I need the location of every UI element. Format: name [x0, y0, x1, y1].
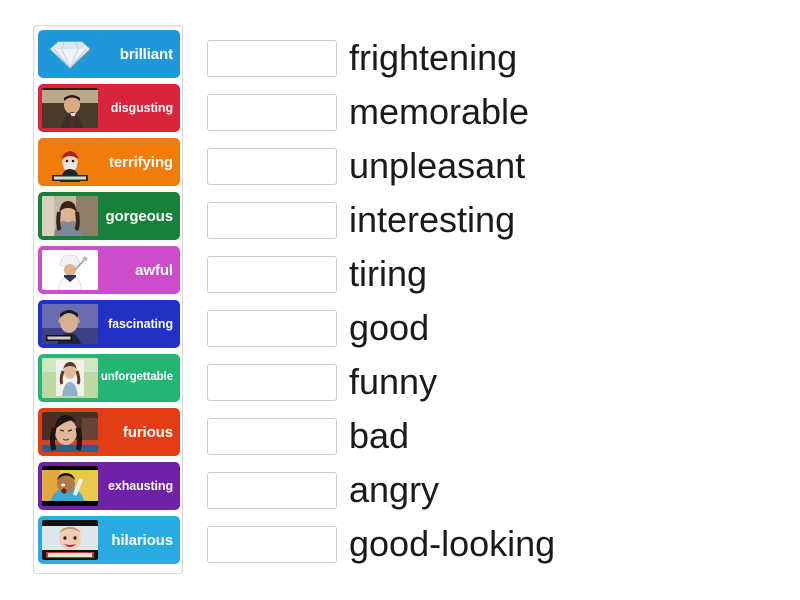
answer-row: frightening	[207, 31, 767, 85]
word-tile-terrifying[interactable]: terrifying	[38, 138, 180, 186]
answer-word-label: funny	[349, 361, 438, 402]
answer-word-label: interesting	[349, 199, 516, 240]
answer-drop-box-angry[interactable]	[207, 471, 337, 509]
word-tile-label: exhausting	[108, 478, 173, 493]
answer-drop-box-good[interactable]	[207, 309, 337, 347]
word-tile-awful[interactable]: awful	[38, 246, 180, 294]
word-tile-gorgeous[interactable]: gorgeous	[38, 192, 180, 240]
word-tile-fascinating[interactable]: fascinating	[38, 300, 180, 348]
word-tile-label: furious	[122, 423, 173, 441]
answer-drop-box-tiring[interactable]	[207, 255, 337, 293]
answer-row: interesting	[207, 193, 767, 247]
answer-drop-box-good-looking[interactable]	[207, 525, 337, 563]
answer-row: unpleasant	[207, 139, 767, 193]
answer-drop-box-bad[interactable]	[207, 417, 337, 455]
answer-word-label: frightening	[349, 37, 518, 78]
answer-row: funny	[207, 355, 767, 409]
word-tile-brilliant[interactable]: brilliant	[38, 30, 180, 78]
answer-drop-box-memorable[interactable]	[207, 93, 337, 131]
word-tile-label: hilarious	[111, 531, 173, 549]
word-tile-label: awful	[135, 261, 173, 279]
match-up-activity: brilliant disgusting terrifying gorgeous awf…	[0, 0, 800, 600]
word-tile-unforgettable[interactable]: unforgettable	[38, 354, 180, 402]
answer-word-label: bad	[349, 415, 410, 456]
answer-word-label: tiring	[349, 253, 428, 294]
word-tile-exhausting[interactable]: exhausting	[38, 462, 180, 510]
answer-drop-box-funny[interactable]	[207, 363, 337, 401]
answer-drop-box-unpleasant[interactable]	[207, 147, 337, 185]
word-tile-furious[interactable]: furious	[38, 408, 180, 456]
tired-child-thumbnail	[42, 466, 98, 506]
woman-portrait-thumbnail	[42, 196, 98, 236]
diamond-thumbnail	[42, 34, 98, 74]
word-tiles-panel: brilliant disgusting terrifying gorgeous awf…	[33, 25, 183, 574]
answer-word-label: memorable	[349, 91, 530, 132]
answer-row: good-looking	[207, 517, 767, 571]
answer-word-label: unpleasant	[349, 145, 526, 186]
answers-list: frightening memorable unpleasant interestin…	[207, 31, 767, 571]
answer-row: tiring	[207, 247, 767, 301]
answer-row: good	[207, 301, 767, 355]
word-tile-label: disgusting	[110, 100, 173, 115]
answer-word-label: good	[349, 307, 430, 348]
chef-tasting-thumbnail	[42, 250, 98, 290]
word-tile-label: brilliant	[119, 45, 173, 63]
laughing-baby-thumbnail	[42, 520, 98, 560]
horror-gnome-thumbnail	[42, 142, 98, 182]
man-in-suit-thumbnail	[42, 88, 98, 128]
answer-drop-box-frightening[interactable]	[207, 39, 337, 77]
answer-row: memorable	[207, 85, 767, 139]
woman-outdoors-thumbnail	[42, 358, 98, 398]
word-tile-label: gorgeous	[105, 207, 173, 225]
answer-row: bad	[207, 409, 767, 463]
answer-word-label: angry	[349, 469, 440, 510]
word-tile-label: unforgettable	[100, 371, 173, 384]
word-tile-hilarious[interactable]: hilarious	[38, 516, 180, 564]
spock-thumbnail	[42, 304, 98, 344]
angry-woman-thumbnail	[42, 412, 98, 452]
word-tile-label: fascinating	[108, 316, 173, 331]
word-tile-label: terrifying	[108, 153, 173, 171]
answer-row: angry	[207, 463, 767, 517]
answer-word-label: good-looking	[349, 523, 556, 564]
word-tile-disgusting[interactable]: disgusting	[38, 84, 180, 132]
answer-drop-box-interesting[interactable]	[207, 201, 337, 239]
